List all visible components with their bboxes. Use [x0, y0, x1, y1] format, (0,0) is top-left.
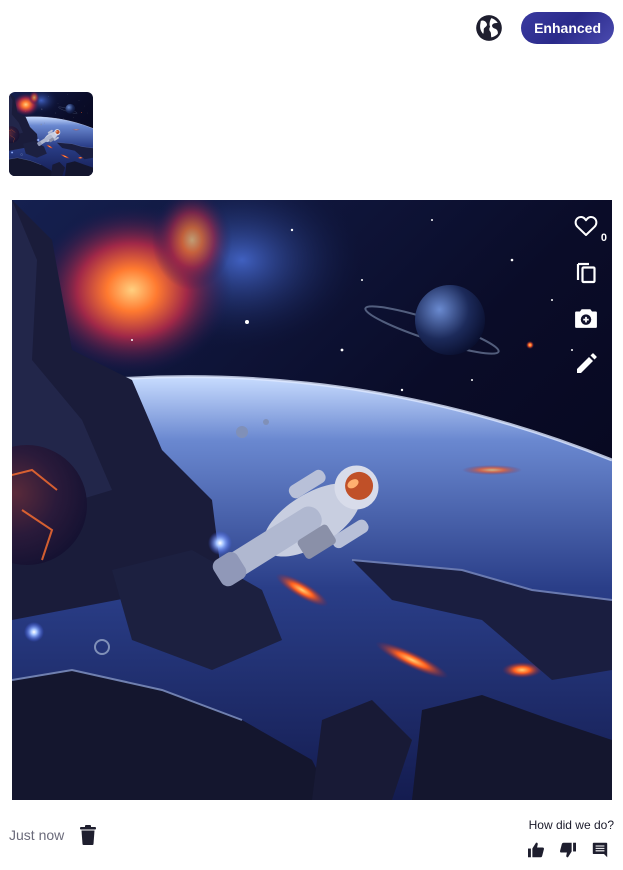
- edit-button[interactable]: [574, 352, 598, 376]
- thumbs-up-icon: [528, 842, 544, 858]
- trash-icon: [80, 825, 97, 845]
- like-count: 0: [600, 232, 607, 244]
- thumbs-down-icon: [560, 842, 576, 858]
- globe-icon: [476, 15, 502, 41]
- image-meta: Just now: [9, 824, 98, 846]
- thumbs-up-button[interactable]: [526, 840, 546, 860]
- copy-button[interactable]: [574, 260, 598, 284]
- space-scene-image: [12, 200, 612, 800]
- pencil-icon: [577, 353, 597, 373]
- feedback-section: How did we do?: [526, 818, 614, 860]
- feedback-buttons: [526, 840, 610, 860]
- add-photo-icon: [575, 309, 597, 328]
- like-button[interactable]: 0: [574, 214, 607, 244]
- add-photo-button[interactable]: [574, 306, 598, 330]
- heart-outline-icon: [574, 216, 598, 236]
- enhanced-button[interactable]: Enhanced: [521, 12, 614, 44]
- comment-button[interactable]: [590, 840, 610, 860]
- generated-image[interactable]: 0: [12, 200, 612, 800]
- language-button[interactable]: [475, 14, 503, 42]
- timestamp: Just now: [9, 827, 65, 843]
- top-bar: Enhanced: [475, 12, 614, 44]
- image-thumbnail[interactable]: [9, 92, 93, 176]
- thumbs-down-button[interactable]: [558, 840, 578, 860]
- comment-icon: [592, 842, 608, 858]
- copy-icon: [576, 262, 596, 284]
- image-actions: 0: [574, 214, 607, 376]
- feedback-question: How did we do?: [528, 818, 614, 832]
- thumbnail-image: [9, 92, 93, 176]
- delete-button[interactable]: [78, 824, 98, 846]
